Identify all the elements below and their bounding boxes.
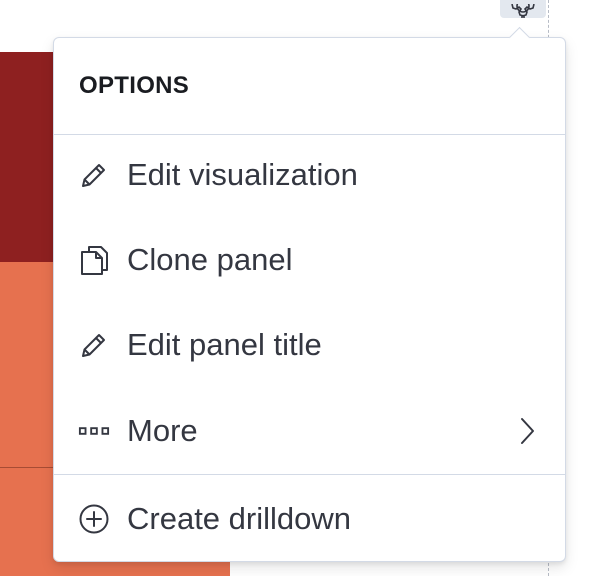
more-dots-icon: [78, 415, 110, 447]
menu-item-edit-visualization[interactable]: Edit visualization: [54, 135, 565, 215]
pencil-icon: [78, 329, 110, 361]
footer-divider: [54, 474, 565, 475]
menu-item-clone-panel[interactable]: Clone panel: [54, 220, 565, 300]
menu-item-create-drilldown[interactable]: Create drilldown: [54, 479, 565, 559]
plus-circle-icon: [78, 503, 110, 535]
popover-title: OPTIONS: [79, 72, 190, 99]
gear-icon: [506, 4, 540, 18]
pencil-icon: [78, 159, 110, 191]
panel-options-button[interactable]: [500, 0, 546, 18]
popover-arrow: [508, 26, 531, 49]
menu-item-label: More: [127, 413, 198, 448]
copy-icon: [78, 244, 110, 276]
menu-item-label: Clone panel: [127, 242, 293, 277]
panel-options-popover: OPTIONS Edit visualization Clone panel E…: [53, 26, 566, 562]
menu-item-edit-panel-title[interactable]: Edit panel title: [54, 305, 565, 385]
menu-item-label: Edit panel title: [127, 327, 322, 362]
menu-item-label: Create drilldown: [127, 501, 351, 536]
chevron-right-icon: [515, 416, 539, 446]
menu-item-more[interactable]: More: [54, 391, 565, 471]
menu-item-label: Edit visualization: [127, 157, 358, 192]
